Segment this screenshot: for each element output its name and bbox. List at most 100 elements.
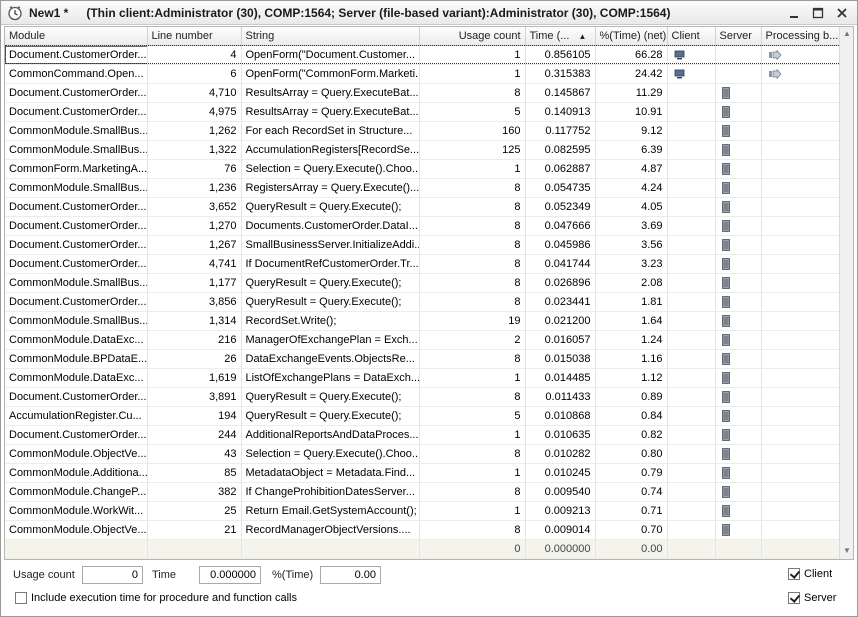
table-row[interactable]: CommonModule.SmallBus... 1,236 RegistersAr… xyxy=(5,178,842,198)
summary-panel: Usage count 0 Time 0.000000 %(Time) 0.00… xyxy=(4,561,854,615)
cell-server xyxy=(715,482,762,502)
cell-string: SmallBusinessServer.InitializeAddi... xyxy=(241,235,420,255)
column-header-usage-count[interactable]: Usage count xyxy=(419,27,526,46)
cell-time: 0.054735 xyxy=(525,178,596,198)
column-header-server[interactable]: Server xyxy=(715,27,762,46)
cell-client xyxy=(667,368,716,388)
cell-server xyxy=(715,406,762,426)
cell-time: 0.856105 xyxy=(525,45,596,65)
cell-module: CommonModule.DataExc... xyxy=(5,368,148,388)
close-button[interactable] xyxy=(833,4,851,21)
client-checkbox[interactable]: Client xyxy=(788,568,832,580)
minimize-button[interactable] xyxy=(785,4,803,21)
cell-time: 0.045986 xyxy=(525,235,596,255)
table-row[interactable]: CommonModule.BPDataE... 26 DataExchangeEve… xyxy=(5,349,842,369)
scroll-down-icon[interactable]: ▼ xyxy=(842,546,852,556)
cell-server xyxy=(715,159,762,179)
table-row[interactable]: Document.CustomerOrder... 1,267 SmallBusin… xyxy=(5,235,842,255)
table-row[interactable]: Document.CustomerOrder... 4,710 ResultsArr… xyxy=(5,83,842,103)
table-row[interactable]: Document.CustomerOrder... 1,270 Documents.… xyxy=(5,216,842,236)
cell-string: Selection = Query.Execute().Choo... xyxy=(241,159,420,179)
cell-usage-count: 8 xyxy=(419,216,526,236)
usage-count-field[interactable]: 0 xyxy=(82,566,143,584)
table-row[interactable]: CommonModule.ObjectVe... 43 Selection = Qu… xyxy=(5,444,842,464)
server-icon xyxy=(721,238,730,251)
cell-module: Document.CustomerOrder... xyxy=(5,83,148,103)
cell-line-number: 26 xyxy=(147,349,242,369)
server-check-box[interactable] xyxy=(788,592,800,604)
table-row[interactable]: CommonModule.SmallBus... 1,262 For each Re… xyxy=(5,121,842,141)
cell-processing xyxy=(761,273,842,293)
table-row[interactable]: AccumulationRegister.Cu... 194 QueryResult… xyxy=(5,406,842,426)
server-icon xyxy=(721,447,730,460)
cell-processing xyxy=(761,425,842,445)
table-row[interactable]: Document.CustomerOrder... 4,741 If Documen… xyxy=(5,254,842,274)
cell-time-net: 0.79 xyxy=(595,463,668,483)
cell-processing xyxy=(761,520,842,540)
cell-processing xyxy=(761,368,842,388)
cell-line-number: 4,741 xyxy=(147,254,242,274)
cell-string: Return Email.GetSystemAccount(); xyxy=(241,501,420,521)
client-checkbox-label: Client xyxy=(804,568,833,580)
cell-module: CommonModule.Additiona... xyxy=(5,463,148,483)
table-row[interactable]: CommonModule.Additiona... 85 MetadataObjec… xyxy=(5,463,842,483)
server-icon xyxy=(721,257,730,270)
table-row[interactable]: CommonModule.SmallBus... 1,314 RecordSet.W… xyxy=(5,311,842,331)
time-field[interactable]: 0.000000 xyxy=(199,566,261,584)
column-header-time[interactable]: Time (... ▲ xyxy=(525,27,596,46)
scroll-up-icon[interactable]: ▲ xyxy=(842,29,852,39)
server-icon xyxy=(721,181,730,194)
table-row[interactable]: CommonModule.SmallBus... 1,322 Accumulatio… xyxy=(5,140,842,160)
table-row[interactable]: CommonModule.ChangeP... 382 If ChangeProhi… xyxy=(5,482,842,502)
column-header-line-number[interactable]: Line number xyxy=(147,27,242,46)
cell-string: ListOfExchangePlans = DataExch... xyxy=(241,368,420,388)
cell-client xyxy=(667,406,716,426)
table-row[interactable]: Document.CustomerOrder... 3,891 QueryResul… xyxy=(5,387,842,407)
server-icon xyxy=(721,390,730,403)
cell-string: For each RecordSet in Structure... xyxy=(241,121,420,141)
cell-string: Selection = Query.Execute().Choo... xyxy=(241,444,420,464)
column-header-time-net[interactable]: %(Time) (net) xyxy=(595,27,668,46)
table-row[interactable]: Document.CustomerOrder... 3,652 QueryResul… xyxy=(5,197,842,217)
cell-usage-count: 8 xyxy=(419,178,526,198)
column-header-processing[interactable]: Processing b... xyxy=(761,27,842,46)
column-header-string[interactable]: String xyxy=(241,27,420,46)
client-check-box[interactable] xyxy=(788,568,800,580)
cell-module: AccumulationRegister.Cu... xyxy=(5,406,148,426)
cell-server xyxy=(715,444,762,464)
cell-time: 0.010245 xyxy=(525,463,596,483)
server-checkbox[interactable]: Server xyxy=(788,592,836,604)
table-row[interactable]: Document.CustomerOrder... 4,975 ResultsArr… xyxy=(5,102,842,122)
cell-line-number: 3,891 xyxy=(147,387,242,407)
server-icon xyxy=(721,124,730,137)
server-icon xyxy=(721,200,730,213)
cell-string: OpenForm("CommonForm.Marketi... xyxy=(241,64,420,84)
include-execution-time-checkbox[interactable]: Include execution time for procedure and… xyxy=(15,592,297,604)
cell-time: 0.140913 xyxy=(525,102,596,122)
cell-module: Document.CustomerOrder... xyxy=(5,254,148,274)
cell-usage-count: 1 xyxy=(419,159,526,179)
table-row[interactable]: Document.CustomerOrder... 4 OpenForm("Docu… xyxy=(5,45,842,65)
table-row[interactable]: CommonCommand.Open... 6 OpenForm("CommonFo… xyxy=(5,64,842,84)
cell-usage-count: 160 xyxy=(419,121,526,141)
table-row[interactable]: CommonModule.DataExc... 216 ManagerOfExcha… xyxy=(5,330,842,350)
maximize-button[interactable] xyxy=(809,4,827,21)
include-execution-time-box[interactable] xyxy=(15,592,27,604)
cell-usage-count: 8 xyxy=(419,273,526,293)
table-row[interactable]: CommonModule.SmallBus... 1,177 QueryResult… xyxy=(5,273,842,293)
table-row[interactable]: CommonForm.MarketingA... 76 Selection = Qu… xyxy=(5,159,842,179)
vertical-scrollbar[interactable]: ▲ ▼ xyxy=(839,27,853,559)
pct-time-field[interactable]: 0.00 xyxy=(320,566,381,584)
table-row[interactable]: Document.CustomerOrder... 3,856 QueryResul… xyxy=(5,292,842,312)
table-row[interactable]: CommonModule.WorkWit... 25 Return Email.Ge… xyxy=(5,501,842,521)
cell-server xyxy=(715,216,762,236)
table-row[interactable]: Document.CustomerOrder... 244 AdditionalRe… xyxy=(5,425,842,445)
cell-line-number: 1,314 xyxy=(147,311,242,331)
cell-module: CommonModule.SmallBus... xyxy=(5,273,148,293)
column-header-module[interactable]: Module xyxy=(5,27,148,46)
column-header-time-label: Time (... xyxy=(529,29,570,42)
table-row[interactable]: CommonModule.ObjectVe... 21 RecordManagerO… xyxy=(5,520,842,540)
cell-usage-count: 8 xyxy=(419,349,526,369)
column-header-client[interactable]: Client xyxy=(667,27,716,46)
table-row[interactable]: CommonModule.DataExc... 1,619 ListOfExchan… xyxy=(5,368,842,388)
